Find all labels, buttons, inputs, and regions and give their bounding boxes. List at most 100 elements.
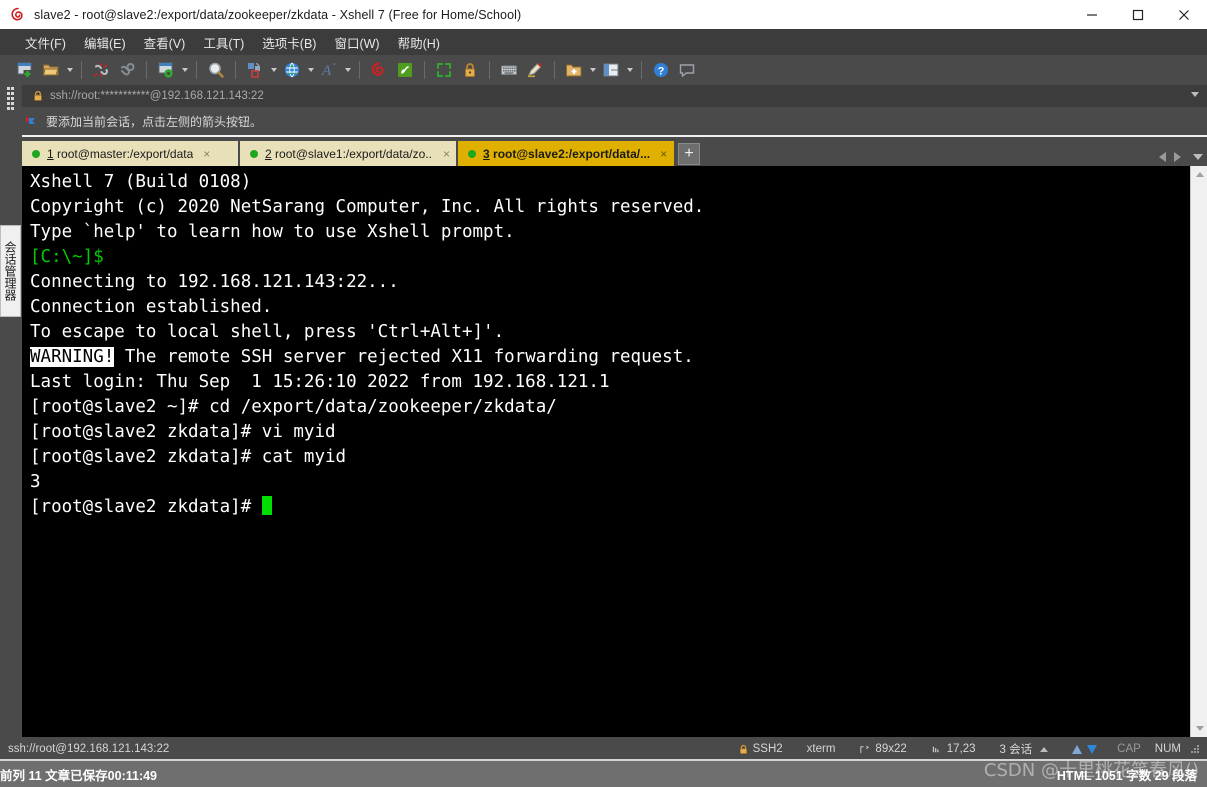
status-transfer	[1060, 737, 1109, 761]
layout-dropdown-icon[interactable]	[268, 58, 279, 82]
session-properties-dropdown-icon[interactable]	[179, 58, 190, 82]
toolbar-separator	[554, 61, 555, 79]
chevron-down-icon[interactable]	[1191, 92, 1199, 97]
terminal-line: [root@slave2 zkdata]# cat myid	[30, 445, 1190, 470]
open-folder-dropdown-icon[interactable]	[64, 58, 75, 82]
globe-encoding-dropdown-icon[interactable]	[305, 58, 316, 82]
terminal-text: Connection established.	[30, 297, 273, 317]
terminal-text: The remote SSH server rejected X11 forwa…	[114, 347, 694, 367]
find-icon[interactable]	[203, 58, 229, 82]
terminal-text: [root@slave2 zkdata]#	[30, 497, 262, 517]
terminal-scrollbar[interactable]	[1190, 166, 1207, 737]
toolbar-separator	[235, 61, 236, 79]
lock-icon[interactable]	[457, 58, 483, 82]
layout-icon[interactable]	[242, 58, 268, 82]
menu-item-view[interactable]: 查看(V)	[135, 30, 195, 55]
highlight-pen-icon[interactable]	[522, 58, 548, 82]
split-view-dropdown-icon[interactable]	[624, 58, 635, 82]
maximize-button[interactable]	[1115, 0, 1161, 29]
new-session-icon[interactable]	[12, 58, 38, 82]
open-folder-icon[interactable]	[38, 58, 64, 82]
menu-item-window[interactable]: 窗口(W)	[325, 30, 388, 55]
status-terminal-type[interactable]: xterm	[795, 737, 848, 761]
fullscreen-icon[interactable]	[431, 58, 457, 82]
keyboard-icon[interactable]	[496, 58, 522, 82]
xshell-app-icon	[10, 7, 26, 23]
status-dot-connected	[32, 149, 40, 158]
new-folder-icon[interactable]	[561, 58, 587, 82]
close-button[interactable]	[1161, 0, 1207, 29]
chat-icon[interactable]	[674, 58, 700, 82]
globe-encoding-icon[interactable]	[279, 58, 305, 82]
tab-close-button[interactable]: ×	[660, 148, 667, 160]
split-view-icon[interactable]	[598, 58, 624, 82]
left-rail: 会话管理器	[0, 85, 22, 737]
sidebar-item-label: 会话管理器	[3, 241, 17, 301]
terminal-text: To escape to local shell, press 'Ctrl+Al…	[30, 322, 505, 342]
chevron-left-icon[interactable]	[1159, 152, 1166, 162]
new-tab-button[interactable]: +	[678, 143, 700, 165]
status-right-group: SSH2 xterm 89x22 17,23 3 会话 CAP NUM	[726, 737, 1201, 761]
tab-close-button[interactable]: ×	[443, 148, 450, 160]
xftp-icon[interactable]	[392, 58, 418, 82]
font-icon[interactable]: A	[316, 58, 342, 82]
tab-session-1[interactable]: 1 root@master:/export/data ×	[22, 141, 238, 166]
help-icon[interactable]: ?	[648, 58, 674, 82]
status-sessions[interactable]: 3 会话	[988, 737, 1061, 761]
tab-strip: 1 root@master:/export/data × 2 root@slav…	[22, 137, 1207, 166]
sidebar-item-session-manager[interactable]: 会话管理器	[0, 225, 21, 317]
menu-item-tabs[interactable]: 选项卡(B)	[253, 30, 325, 55]
arrow-down-icon	[1087, 744, 1098, 754]
terminal-line: Xshell 7 (Build 0108)	[30, 170, 1190, 195]
tab-session-2[interactable]: 2 root@slave1:/export/data/zo... ×	[240, 141, 456, 166]
svg-text:?: ?	[658, 66, 665, 78]
minimize-button[interactable]	[1069, 0, 1115, 29]
cursor-position-icon	[931, 744, 942, 755]
menu-item-file[interactable]: 文件(F)	[16, 30, 75, 55]
terminal-text: [root@slave2 zkdata]# vi myid	[30, 422, 336, 442]
xshell-icon[interactable]	[366, 58, 392, 82]
chevron-right-icon[interactable]	[1174, 152, 1181, 162]
session-properties-icon[interactable]	[153, 58, 179, 82]
status-dot-connected	[468, 149, 476, 158]
tab-title: root@master:/export/data	[57, 146, 194, 161]
scroll-up-icon[interactable]	[1191, 166, 1207, 183]
terminal-line: [root@slave2 zkdata]#	[30, 495, 1190, 520]
terminal-line: Last login: Thu Sep 1 15:26:10 2022 from…	[30, 370, 1190, 395]
status-position[interactable]: 17,23	[919, 737, 988, 761]
disconnect-icon[interactable]	[88, 58, 114, 82]
address-value[interactable]: ssh://root:***********@192.168.121.143:2…	[50, 90, 264, 102]
reconnect-icon[interactable]	[114, 58, 140, 82]
terminal-line: Copyright (c) 2020 NetSarang Computer, I…	[30, 195, 1190, 220]
terminal-line: [C:\~]$	[30, 245, 1190, 270]
tab-session-3[interactable]: 3 root@slave2:/export/data/... ×	[458, 141, 674, 166]
new-folder-dropdown-icon[interactable]	[587, 58, 598, 82]
hint-text: 要添加当前会话，点击左侧的箭头按钮。	[46, 114, 263, 129]
menu-bar: 文件(F) 编辑(E) 查看(V) 工具(T) 选项卡(B) 窗口(W) 帮助(…	[0, 29, 1207, 55]
tab-close-button[interactable]: ×	[203, 148, 210, 160]
status-size[interactable]: 89x22	[847, 737, 918, 761]
status-protocol[interactable]: SSH2	[726, 737, 795, 761]
menu-item-help[interactable]: 帮助(H)	[389, 30, 449, 55]
chevron-down-icon[interactable]	[1193, 154, 1203, 160]
terminal-text: [C:\~]$	[30, 247, 104, 267]
font-dropdown-icon[interactable]	[342, 58, 353, 82]
toolbar-separator	[146, 61, 147, 79]
status-connection: ssh://root@192.168.121.143:22	[8, 743, 170, 755]
menu-item-tools[interactable]: 工具(T)	[194, 30, 253, 55]
window-title: slave2 - root@slave2:/export/data/zookee…	[34, 7, 522, 22]
tab-label: 3 root@slave2:/export/data/...	[483, 147, 650, 161]
terminal-cursor	[261, 496, 272, 515]
toolbar-separator	[641, 61, 642, 79]
scroll-down-icon[interactable]	[1191, 720, 1207, 737]
terminal-output[interactable]: Xshell 7 (Build 0108) Copyright (c) 2020 …	[22, 166, 1190, 737]
chevron-up-icon[interactable]	[1040, 746, 1049, 752]
terminal-text: WARNING!	[30, 347, 115, 367]
tab-number: 3	[483, 146, 490, 161]
terminal-text: [root@slave2 zkdata]# cat myid	[30, 447, 347, 467]
resize-grip-icon[interactable]	[1189, 743, 1201, 755]
toolbar: A ?	[0, 55, 1207, 85]
terminal-text: Type `help' to learn how to use Xshell p…	[30, 222, 515, 242]
menu-item-edit[interactable]: 编辑(E)	[75, 30, 135, 55]
rail-grip-handle[interactable]	[7, 87, 14, 113]
